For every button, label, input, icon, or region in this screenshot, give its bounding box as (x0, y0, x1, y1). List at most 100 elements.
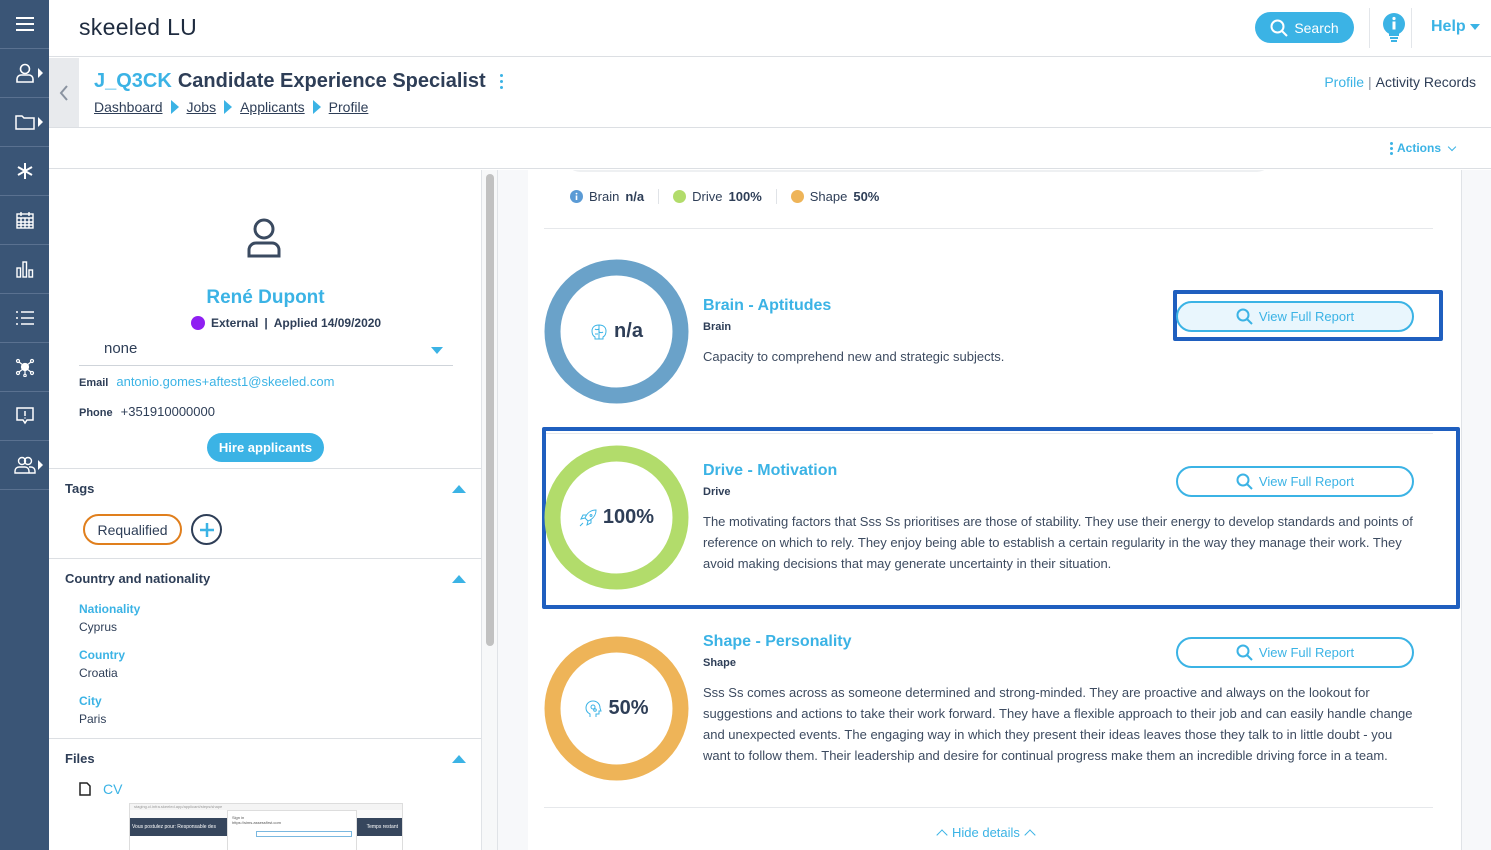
shape-description: Sss Ss comes across as someone determine… (703, 685, 1413, 763)
status-select[interactable]: none (79, 338, 453, 366)
submenu-caret-icon (38, 117, 43, 127)
job-options-icon[interactable] (499, 74, 503, 89)
source-dot-icon (191, 316, 205, 330)
submenu-caret-icon (38, 68, 43, 78)
gutter (1461, 170, 1491, 850)
back-button[interactable] (49, 58, 79, 127)
preview-dialog: Sign in https://sims.assessfirst.com (227, 810, 357, 850)
tags-section: Tags Requalified (49, 468, 481, 558)
tags-title: Tags (65, 481, 95, 496)
tab-separator: | (1368, 74, 1372, 90)
sidebar-item-menu[interactable] (0, 0, 49, 49)
shape-subtitle: Shape (703, 657, 737, 669)
country-value: Croatia (79, 666, 118, 680)
job-code[interactable]: J_Q3CK (94, 70, 172, 93)
collapse-icon[interactable] (452, 755, 466, 763)
email-link[interactable]: antonio.gomes+aftest1@skeeled.com (116, 374, 334, 389)
country-label: Country (79, 648, 125, 662)
list-icon (15, 311, 34, 325)
gutter (498, 170, 528, 850)
feedback-icon (15, 407, 34, 425)
country-section: Country and nationality Nationality Cypr… (49, 558, 481, 738)
left-pane-scrollbar[interactable] (482, 170, 498, 850)
tab-activity-records[interactable]: Activity Records (1376, 74, 1476, 90)
scrollbar-thumb[interactable] (486, 174, 494, 646)
sidebar-item-feedback[interactable] (0, 392, 49, 441)
file-preview-thumbnail[interactable]: staging.cl.infra.skeeled.app/applicant/s… (129, 803, 403, 850)
sidebar-item-jobs[interactable] (0, 98, 49, 147)
sidebar-item-candidates[interactable] (0, 49, 49, 98)
sidebar (0, 0, 49, 850)
sidebar-item-reports[interactable] (0, 245, 49, 294)
file-item[interactable]: CV (79, 781, 122, 797)
menu-icon (15, 17, 34, 31)
legend-brain: Brain n/a (570, 189, 658, 204)
hire-applicants-button[interactable]: Hire applicants (207, 433, 324, 462)
tag-chip[interactable]: Requalified (83, 514, 182, 545)
sidebar-item-lists[interactable] (0, 294, 49, 343)
breadcrumb-arrow-icon (170, 100, 179, 114)
drive-view-full-report-button[interactable]: View Full Report (1176, 466, 1414, 497)
collapse-icon[interactable] (452, 485, 466, 493)
caret-down-icon (431, 347, 443, 354)
breadcrumb-profile[interactable]: Profile (329, 99, 369, 115)
info-icon (570, 190, 583, 203)
brain-description: Capacity to comprehend new and strategic… (703, 349, 1005, 364)
calendar-icon (15, 212, 34, 229)
search-icon (1236, 644, 1253, 661)
tips-button[interactable] (1382, 13, 1406, 48)
search-icon (1270, 19, 1289, 37)
brand-logo[interactable]: skeeled LU (79, 14, 197, 41)
user-avatar-icon (247, 218, 281, 258)
hide-details-toggle[interactable]: Hide details (936, 825, 1036, 841)
breadcrumb-dashboard[interactable]: Dashboard (94, 99, 163, 115)
sidebar-item-skills[interactable] (0, 147, 49, 196)
folder-icon (14, 115, 35, 130)
brain-subtitle: Brain (703, 321, 732, 333)
sidebar-item-team[interactable] (0, 441, 49, 490)
breadcrumb-applicants[interactable]: Applicants (240, 99, 305, 115)
search-icon (1236, 308, 1253, 325)
status-value: none (104, 340, 138, 357)
search-icon (1236, 473, 1253, 490)
brain-view-full-report-button[interactable]: View Full Report (1176, 301, 1414, 332)
profile-tabs: Profile | Activity Records (1324, 74, 1476, 90)
meta-separator: | (264, 316, 268, 330)
legend-drive: Drive 100% (658, 189, 776, 204)
chevron-down-icon (1447, 142, 1457, 151)
help-menu[interactable]: Help (1431, 18, 1480, 36)
job-header: J_Q3CK Candidate Experience Specialist D… (49, 58, 1491, 128)
head-gears-icon (585, 699, 603, 717)
score-legend: Brain n/a Drive 100% Shape 50% (570, 189, 893, 204)
divider (544, 807, 1433, 808)
candidate-applied-date: Applied 14/09/2020 (273, 316, 382, 330)
phone-row: Phone +351910000000 (79, 404, 215, 419)
sidebar-item-integrations[interactable] (0, 343, 49, 392)
brain-icon (591, 323, 607, 339)
breadcrumb-jobs[interactable]: Jobs (187, 99, 217, 115)
breadcrumb-arrow-icon (224, 100, 233, 114)
collapse-icon[interactable] (452, 575, 466, 583)
candidate-meta: External | Applied 14/09/2020 (191, 316, 381, 330)
team-icon (13, 456, 36, 474)
add-tag-button[interactable] (191, 514, 222, 545)
tab-profile[interactable]: Profile (1324, 74, 1364, 90)
drive-score: 100% (602, 506, 655, 528)
search-button[interactable]: Search (1255, 12, 1354, 43)
email-row: Email antonio.gomes+aftest1@skeeled.com (79, 374, 334, 389)
actions-dropdown[interactable]: Actions (1389, 141, 1457, 155)
drive-score-ring: 100% (544, 445, 689, 590)
asterisk-icon (17, 163, 32, 179)
bar-chart-icon (15, 261, 33, 278)
shape-title: Shape - Personality (703, 633, 852, 650)
divider (1369, 8, 1370, 48)
legend-shape-value: 50% (853, 189, 880, 204)
shape-view-full-report-button[interactable]: View Full Report (1176, 637, 1414, 668)
nationality-label: Nationality (79, 602, 141, 616)
file-name[interactable]: CV (103, 781, 122, 797)
brain-score: n/a (614, 320, 643, 342)
sidebar-item-calendar[interactable] (0, 196, 49, 245)
breadcrumb-arrow-icon (312, 100, 321, 114)
lightbulb-info-icon (1383, 13, 1405, 42)
drive-description: The motivating factors that Sss Ss prior… (703, 514, 1413, 571)
